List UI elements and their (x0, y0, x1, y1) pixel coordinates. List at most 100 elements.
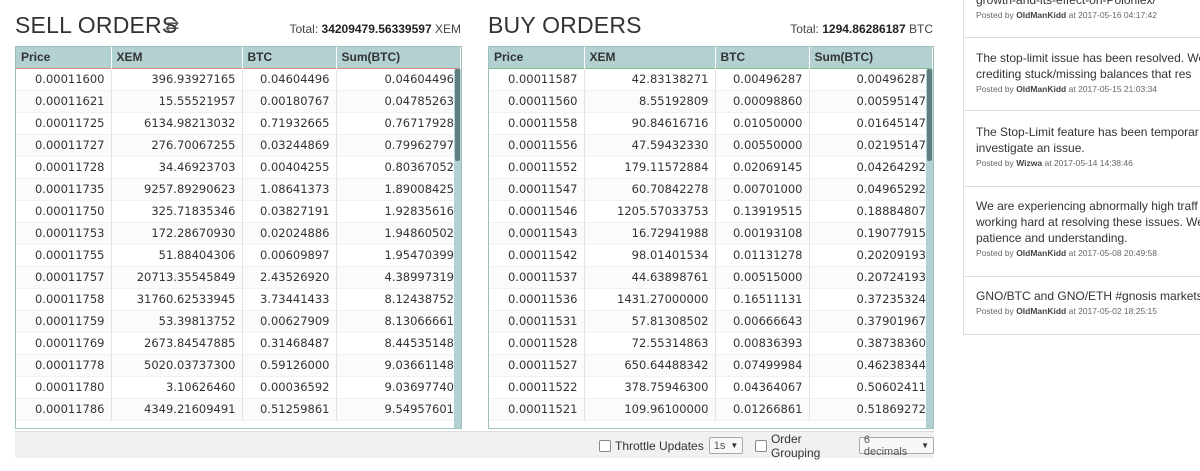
btc-cell: 0.02024886 (242, 222, 337, 244)
column-header-xem[interactable]: XEM (111, 47, 243, 68)
order-grouping-select[interactable]: 6 decimals ▼ (858, 434, 934, 458)
sell-orders-table-container[interactable]: Price XEM BTC Sum(BTC) 0.00011600 396.939… (15, 46, 462, 429)
sell-orders-header: SELL ORDERS ⇄ Total: 34209479.56339597 X… (15, 10, 462, 44)
scrollbar[interactable] (454, 69, 461, 428)
order-row[interactable]: 0.00011547 60.70842278 0.00701000 0.0496529… (489, 178, 933, 200)
btc-cell: 0.00666643 (715, 310, 810, 332)
order-row[interactable]: 0.00011735 9257.89290623 1.08641373 1.89008… (16, 178, 461, 200)
order-row[interactable]: 0.00011537 44.63898761 0.00515000 0.2072419… (489, 266, 933, 288)
order-row[interactable]: 0.00011755 51.88404306 0.00609897 1.9547039… (16, 244, 461, 266)
order-row[interactable]: 0.00011728 34.46923703 0.00404255 0.8036705… (16, 156, 461, 178)
scrollbar-thumb[interactable] (927, 69, 932, 161)
order-grouping-label[interactable]: Order Grouping (771, 432, 854, 460)
news-text[interactable]: growth-and-its-effect-on-Poloniex/ (976, 0, 1200, 8)
order-row[interactable]: 0.00011758 31760.62533945 3.73441433 8.1243… (16, 288, 461, 310)
column-header-btc[interactable]: BTC (242, 47, 337, 68)
xem-cell: 72.55314863 (584, 332, 716, 354)
order-row[interactable]: 0.00011725 6134.98213032 0.71932665 0.76717… (16, 112, 461, 134)
price-cell: 0.00011780 (16, 376, 112, 398)
order-row[interactable]: 0.00011546 1205.57033753 0.13919515 0.18884… (489, 200, 933, 222)
order-row[interactable]: 0.00011558 90.84616716 0.01050000 0.0164514… (489, 112, 933, 134)
news-item[interactable]: We are experiencing abnormally high traf… (964, 187, 1200, 277)
sum-btc-cell: 1.94860502 (336, 222, 461, 244)
news-text[interactable]: investigate an issue. (976, 140, 1200, 156)
news-author[interactable]: OldManKidd (1016, 84, 1066, 94)
order-row[interactable]: 0.00011556 47.59432330 0.00550000 0.0219514… (489, 134, 933, 156)
news-text[interactable]: working hard at resolving these issues. … (976, 214, 1200, 230)
column-header-price[interactable]: Price (489, 47, 585, 68)
throttle-updates-checkbox[interactable] (599, 439, 611, 452)
order-row[interactable]: 0.00011531 57.81308502 0.00666643 0.3790196… (489, 310, 933, 332)
throttle-interval-select[interactable]: 1s ▼ (708, 437, 744, 454)
order-row[interactable]: 0.00011780 3.10626460 0.00036592 9.03697740 (16, 376, 461, 398)
order-row[interactable]: 0.00011621 15.55521957 0.00180767 0.0478526… (16, 90, 461, 112)
order-row[interactable]: 0.00011521 109.96100000 0.01266861 0.518692… (489, 398, 933, 420)
order-row[interactable]: 0.00011543 16.72941988 0.00193108 0.1907791… (489, 222, 933, 244)
order-row[interactable]: 0.00011727 276.70067255 0.03244869 0.799627… (16, 134, 461, 156)
column-header-price[interactable]: Price (16, 47, 112, 68)
order-row[interactable]: 0.00011759 53.39813752 0.00627909 8.1306666… (16, 310, 461, 332)
order-row[interactable]: 0.00011786 4349.21609491 0.51259861 9.54957… (16, 398, 461, 420)
order-row[interactable]: 0.00011769 2673.84547885 0.31468487 8.44535… (16, 332, 461, 354)
xem-cell: 2673.84547885 (111, 332, 243, 354)
sum-btc-cell: 0.76717928 (336, 112, 461, 134)
btc-cell: 0.59126000 (242, 354, 337, 376)
column-header-xem[interactable]: XEM (584, 47, 716, 68)
buy-orders-table: Price XEM BTC Sum(BTC) 0.00011587 42.8313… (489, 47, 933, 421)
price-cell: 0.00011778 (16, 354, 112, 376)
news-item[interactable]: The stop-limit issue has been resolved. … (964, 38, 1200, 111)
sum-btc-cell: 0.00496287 (809, 68, 933, 90)
btc-cell: 0.00193108 (715, 222, 810, 244)
news-text[interactable]: The stop-limit issue has been resolved. … (976, 50, 1200, 66)
order-row[interactable]: 0.00011587 42.83138271 0.00496287 0.0049628… (489, 68, 933, 90)
scrollbar-thumb[interactable] (455, 69, 460, 161)
price-cell: 0.00011560 (489, 90, 585, 112)
sum-btc-cell: 0.18884807 (809, 200, 933, 222)
news-text[interactable]: patience and understanding. (976, 230, 1200, 246)
price-cell: 0.00011755 (16, 244, 112, 266)
news-author[interactable]: OldManKidd (1016, 10, 1066, 20)
order-row[interactable]: 0.00011536 1431.27000000 0.16511131 0.37235… (489, 288, 933, 310)
news-text[interactable]: We are experiencing abnormally high traf… (976, 198, 1200, 214)
sell-orders-table: Price XEM BTC Sum(BTC) 0.00011600 396.939… (16, 47, 461, 421)
sell-orders-title: SELL ORDERS (15, 12, 178, 38)
scrollbar[interactable] (926, 69, 933, 428)
xem-cell: 44.63898761 (584, 266, 716, 288)
price-cell: 0.00011725 (16, 112, 112, 134)
order-row[interactable]: 0.00011600 396.93927165 0.04604496 0.046044… (16, 68, 461, 90)
order-row[interactable]: 0.00011542 98.01401534 0.01131278 0.2020919… (489, 244, 933, 266)
sum-btc-cell: 0.00595147 (809, 90, 933, 112)
throttle-updates-label[interactable]: Throttle Updates (615, 439, 704, 453)
news-author[interactable]: OldManKidd (1016, 248, 1066, 258)
swap-icon[interactable]: ⇄ (165, 16, 179, 36)
news-text[interactable]: The Stop-Limit feature has been temporar (976, 124, 1200, 140)
order-row[interactable]: 0.00011753 172.28670930 0.02024886 1.948605… (16, 222, 461, 244)
sum-btc-cell: 0.02195147 (809, 134, 933, 156)
order-row[interactable]: 0.00011527 650.64488342 0.07499984 0.462383… (489, 354, 933, 376)
order-row[interactable]: 0.00011750 325.71835346 0.03827191 1.928356… (16, 200, 461, 222)
news-author[interactable]: Wizwa (1016, 158, 1042, 168)
order-row[interactable]: 0.00011560 8.55192809 0.00098860 0.00595147 (489, 90, 933, 112)
table-header-row: Price XEM BTC Sum(BTC) (16, 47, 461, 68)
order-row[interactable]: 0.00011528 72.55314863 0.00836393 0.3873836… (489, 332, 933, 354)
price-cell: 0.00011547 (489, 178, 585, 200)
buy-orders-body: 0.00011587 42.83138271 0.00496287 0.0049628… (489, 68, 933, 420)
order-row[interactable]: 0.00011522 378.75946300 0.04364067 0.506024… (489, 376, 933, 398)
order-row[interactable]: 0.00011778 5020.03737300 0.59126000 9.03661… (16, 354, 461, 376)
order-row[interactable]: 0.00011757 20713.35545849 2.43526920 4.3899… (16, 266, 461, 288)
news-author[interactable]: OldManKidd (1016, 306, 1066, 316)
news-text[interactable]: crediting stuck/missing balances that re… (976, 66, 1200, 82)
news-text[interactable]: GNO/BTC and GNO/ETH #gnosis markets (976, 288, 1200, 304)
chevron-down-icon: ▼ (921, 441, 929, 450)
column-header-sum-btc[interactable]: Sum(BTC) (336, 47, 461, 68)
buy-orders-table-container[interactable]: Price XEM BTC Sum(BTC) 0.00011587 42.8313… (488, 46, 934, 429)
order-row[interactable]: 0.00011552 179.11572884 0.02069145 0.042642… (489, 156, 933, 178)
news-meta: Posted by Wizwa at 2017-05-14 14:38:46 (976, 158, 1133, 168)
column-header-btc[interactable]: BTC (715, 47, 810, 68)
order-grouping-checkbox[interactable] (755, 439, 767, 452)
column-header-sum-btc[interactable]: Sum(BTC) (809, 47, 933, 68)
price-cell: 0.00011757 (16, 266, 112, 288)
news-item[interactable]: The Stop-Limit feature has been temporar… (964, 111, 1200, 187)
news-item[interactable]: GNO/BTC and GNO/ETH #gnosis markets Post… (964, 277, 1200, 335)
news-item[interactable]: growth-and-its-effect-on-Poloniex/ Poste… (964, 0, 1200, 38)
